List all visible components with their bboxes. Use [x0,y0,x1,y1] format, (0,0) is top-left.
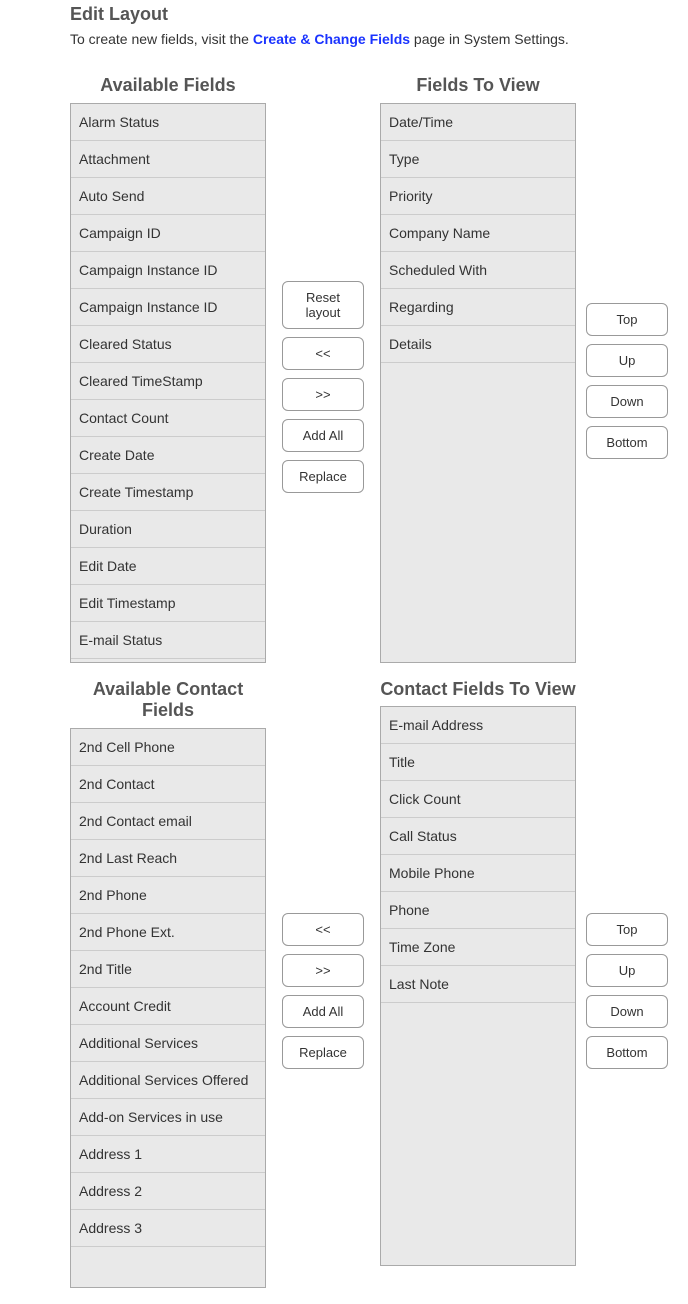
list-item[interactable]: Date/Time [381,104,575,141]
list-item[interactable]: E-mail Status [71,622,265,659]
list-item[interactable]: Address 1 [71,1136,265,1173]
available-contact-fields-title: Available Contact Fields [70,679,266,722]
move-down-button[interactable]: Down [586,385,668,418]
move-top-button[interactable]: Top [586,303,668,336]
list-item[interactable]: Additional Services Offered [71,1062,265,1099]
list-item[interactable]: Phone [381,892,575,929]
list-item[interactable]: Address 2 [71,1173,265,1210]
list-item[interactable]: Mobile Phone [381,855,575,892]
list-item[interactable]: Priority [381,178,575,215]
list-item[interactable]: Add-on Services in use [71,1099,265,1136]
replace-field-button[interactable]: Replace [282,460,364,493]
contact-move-up-button[interactable]: Up [586,954,668,987]
move-up-button[interactable]: Up [586,344,668,377]
add-field-button[interactable]: >> [282,378,364,411]
add-contact-field-button[interactable]: >> [282,954,364,987]
list-item[interactable]: 2nd Phone [71,877,265,914]
move-bottom-button[interactable]: Bottom [586,426,668,459]
list-item[interactable]: Attachment [71,141,265,178]
contact-fields-to-view-title: Contact Fields To View [380,679,575,701]
list-item[interactable]: Cleared Status [71,326,265,363]
page-title: Edit Layout [70,4,688,25]
list-item[interactable]: Time Zone [381,929,575,966]
list-item[interactable]: 2nd Title [71,951,265,988]
list-item[interactable]: Auto Send [71,178,265,215]
list-item[interactable]: 2nd Contact email [71,803,265,840]
list-item[interactable]: Scheduled With [381,252,575,289]
list-item[interactable]: Account Credit [71,988,265,1025]
list-item[interactable]: Campaign Instance ID [71,289,265,326]
list-item[interactable]: End Time [71,659,265,663]
create-change-fields-link[interactable]: Create & Change Fields [253,31,410,47]
list-item[interactable]: Call Status [381,818,575,855]
list-item[interactable]: Cleared TimeStamp [71,363,265,400]
list-item[interactable]: E-mail Address [381,707,575,744]
list-item[interactable]: Duration [71,511,265,548]
fields-to-view-title: Fields To View [416,75,539,97]
list-item[interactable]: Create Timestamp [71,474,265,511]
add-all-fields-button[interactable]: Add All [282,419,364,452]
list-item[interactable]: Additional Services [71,1025,265,1062]
remove-contact-field-button[interactable]: << [282,913,364,946]
list-item[interactable]: Click Count [381,781,575,818]
list-item[interactable]: Contact Count [71,400,265,437]
contact-move-down-button[interactable]: Down [586,995,668,1028]
remove-field-button[interactable]: << [282,337,364,370]
list-item[interactable]: Type [381,141,575,178]
list-item[interactable]: Title [381,744,575,781]
list-item[interactable]: Alarm Status [71,104,265,141]
add-all-contact-fields-button[interactable]: Add All [282,995,364,1028]
list-item[interactable]: 2nd Last Reach [71,840,265,877]
list-item[interactable]: Campaign ID [71,215,265,252]
list-item[interactable]: Edit Date [71,548,265,585]
contact-fields-to-view-list[interactable]: E-mail AddressTitleClick CountCall Statu… [380,706,576,1266]
available-fields-title: Available Fields [100,75,235,97]
replace-contact-field-button[interactable]: Replace [282,1036,364,1069]
intro-text: To create new fields, visit the Create &… [70,31,688,47]
fields-to-view-list[interactable]: Date/TimeTypePriorityCompany NameSchedul… [380,103,576,663]
intro-post: page in System Settings. [410,31,569,47]
list-item[interactable]: 2nd Contact [71,766,265,803]
list-item[interactable]: Address 3 [71,1210,265,1247]
available-fields-list[interactable]: Alarm StatusAttachmentAuto SendCampaign … [70,103,266,663]
list-item[interactable]: Last Note [381,966,575,1003]
list-item[interactable]: 2nd Phone Ext. [71,914,265,951]
fields-section: Available Fields Alarm StatusAttachmentA… [70,75,688,663]
list-item[interactable]: Create Date [71,437,265,474]
available-contact-fields-list[interactable]: 2nd Cell Phone2nd Contact2nd Contact ema… [70,728,266,1288]
list-item[interactable]: Details [381,326,575,363]
list-item[interactable]: Campaign Instance ID [71,252,265,289]
contact-move-top-button[interactable]: Top [586,913,668,946]
reset-layout-button[interactable]: Reset layout [282,281,364,329]
list-item[interactable]: Edit Timestamp [71,585,265,622]
intro-pre: To create new fields, visit the [70,31,253,47]
contact-fields-section: Available Contact Fields 2nd Cell Phone2… [70,679,688,1288]
list-item[interactable]: 2nd Cell Phone [71,729,265,766]
contact-move-bottom-button[interactable]: Bottom [586,1036,668,1069]
list-item[interactable]: Regarding [381,289,575,326]
list-item[interactable]: Company Name [381,215,575,252]
